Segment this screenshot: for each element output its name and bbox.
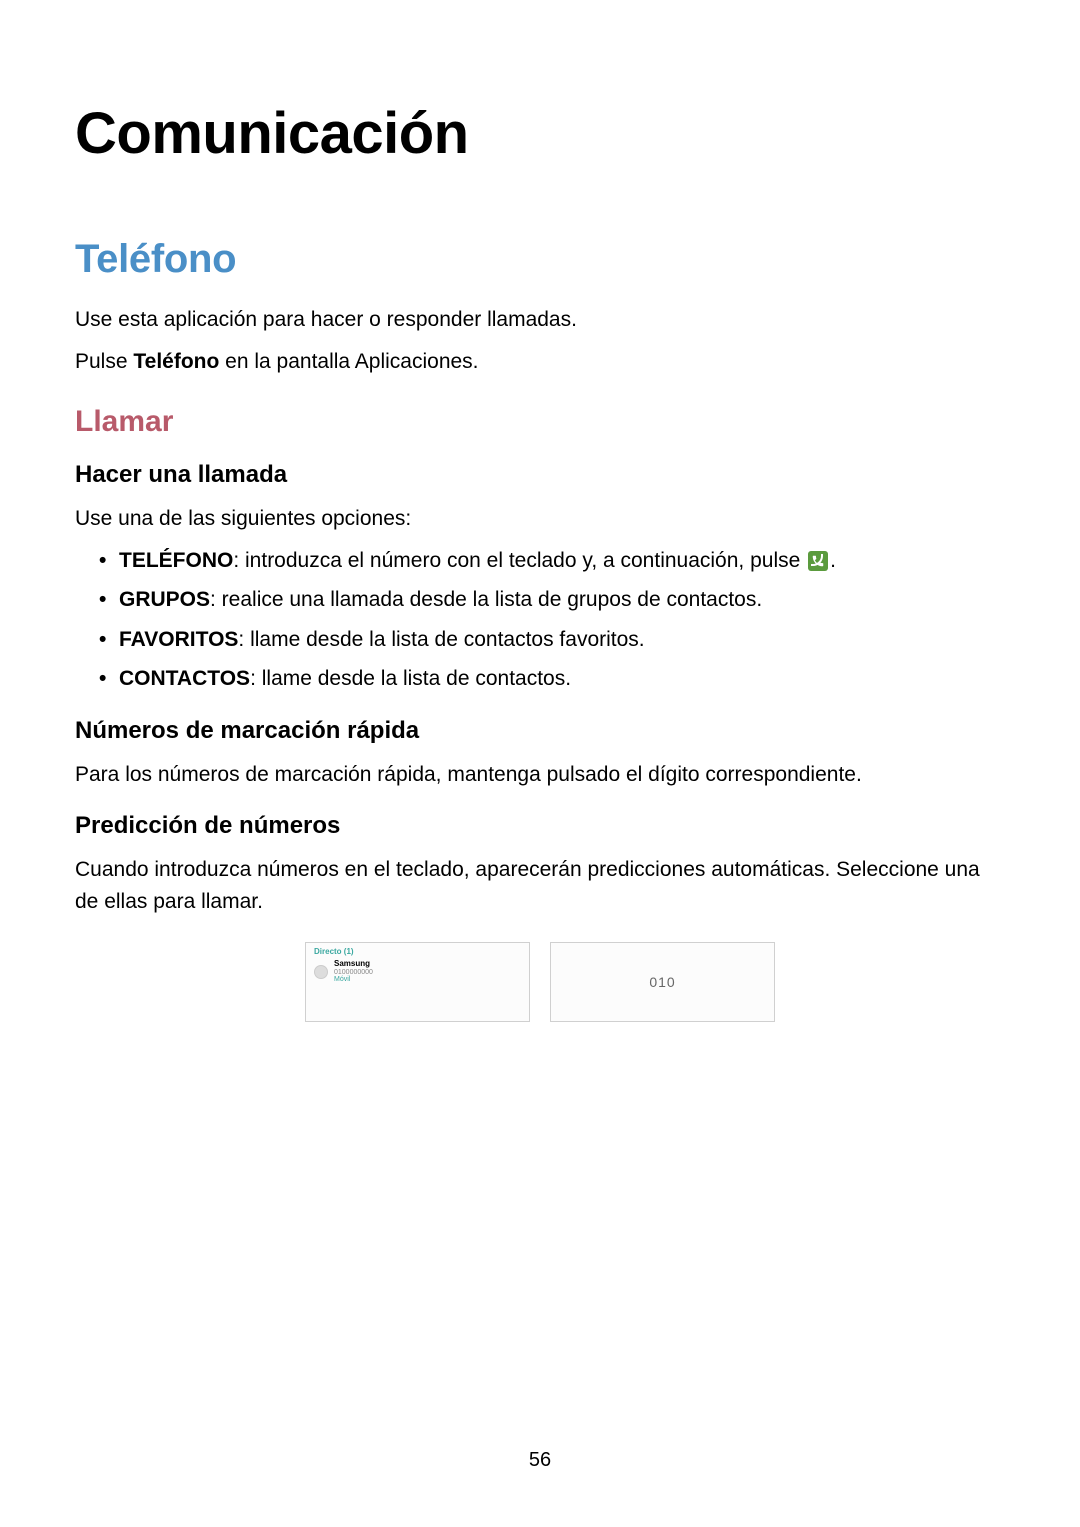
heading-telefono: Teléfono <box>75 237 1005 282</box>
bullet-rest: : realice una llamada desde la lista de … <box>210 588 762 611</box>
heading-marcacion-rapida: Números de marcación rápida <box>75 717 1005 745</box>
heading-hacer-llamada: Hacer una llamada <box>75 461 1005 489</box>
bullet-telefono: TELÉFONO: introduzca el número con el te… <box>99 545 1005 577</box>
bullet-grupos: GRUPOS: realice una llamada desde la lis… <box>99 584 1005 616</box>
options-intro: Use una de las siguientes opciones: <box>75 503 1005 535</box>
bullet-favoritos: FAVORITOS: llame desde la lista de conta… <box>99 624 1005 656</box>
bullet-bold: CONTACTOS <box>119 667 250 690</box>
intro-text-2: Pulse Teléfono en la pantalla Aplicacion… <box>75 346 1005 378</box>
heading-prediccion: Predicción de números <box>75 812 1005 840</box>
ss-contact-name: Samsung <box>334 960 373 969</box>
intro2-post: en la pantalla Aplicaciones. <box>219 350 478 373</box>
document-page: Comunicación Teléfono Use esta aplicació… <box>0 0 1080 1082</box>
screenshot-right: 010 <box>550 942 775 1022</box>
ss-dial-number: 010 <box>649 974 675 990</box>
bullet-bold: TELÉFONO <box>119 549 233 572</box>
bullet-rest-pre: : introduzca el número con el teclado y,… <box>233 549 806 572</box>
heading-comunicacion: Comunicación <box>75 100 1005 167</box>
phone-call-icon <box>808 551 828 571</box>
screenshot-left: Directo (1) Samsung 0100000000 Móvil <box>305 942 530 1022</box>
intro2-pre: Pulse <box>75 350 133 373</box>
intro-text-1: Use esta aplicación para hacer o respond… <box>75 304 1005 336</box>
page-number: 56 <box>529 1449 551 1472</box>
ss-left-row: Samsung 0100000000 Móvil <box>306 958 529 986</box>
ss-contact-type: Móvil <box>334 976 373 984</box>
bullet-bold: GRUPOS <box>119 588 210 611</box>
bullet-rest: : llame desde la lista de contactos. <box>250 667 571 690</box>
intro2-bold: Teléfono <box>133 350 219 373</box>
bullet-rest: : llame desde la lista de contactos favo… <box>238 628 644 651</box>
prediction-text: Cuando introduzca números en el teclado,… <box>75 854 1005 917</box>
bullet-bold: FAVORITOS <box>119 628 238 651</box>
speed-dial-text: Para los números de marcación rápida, ma… <box>75 759 1005 791</box>
options-list: TELÉFONO: introduzca el número con el te… <box>99 545 1005 695</box>
ss-contact-number: 0100000000 <box>334 969 373 977</box>
screenshots-row: Directo (1) Samsung 0100000000 Móvil 010 <box>75 942 1005 1022</box>
bullet-contactos: CONTACTOS: llame desde la lista de conta… <box>99 663 1005 695</box>
avatar-icon <box>314 965 328 979</box>
bullet-rest-post: . <box>830 549 836 572</box>
ss-left-header: Directo (1) <box>306 943 529 958</box>
ss-left-text: Samsung 0100000000 Móvil <box>334 960 373 984</box>
heading-llamar: Llamar <box>75 405 1005 439</box>
